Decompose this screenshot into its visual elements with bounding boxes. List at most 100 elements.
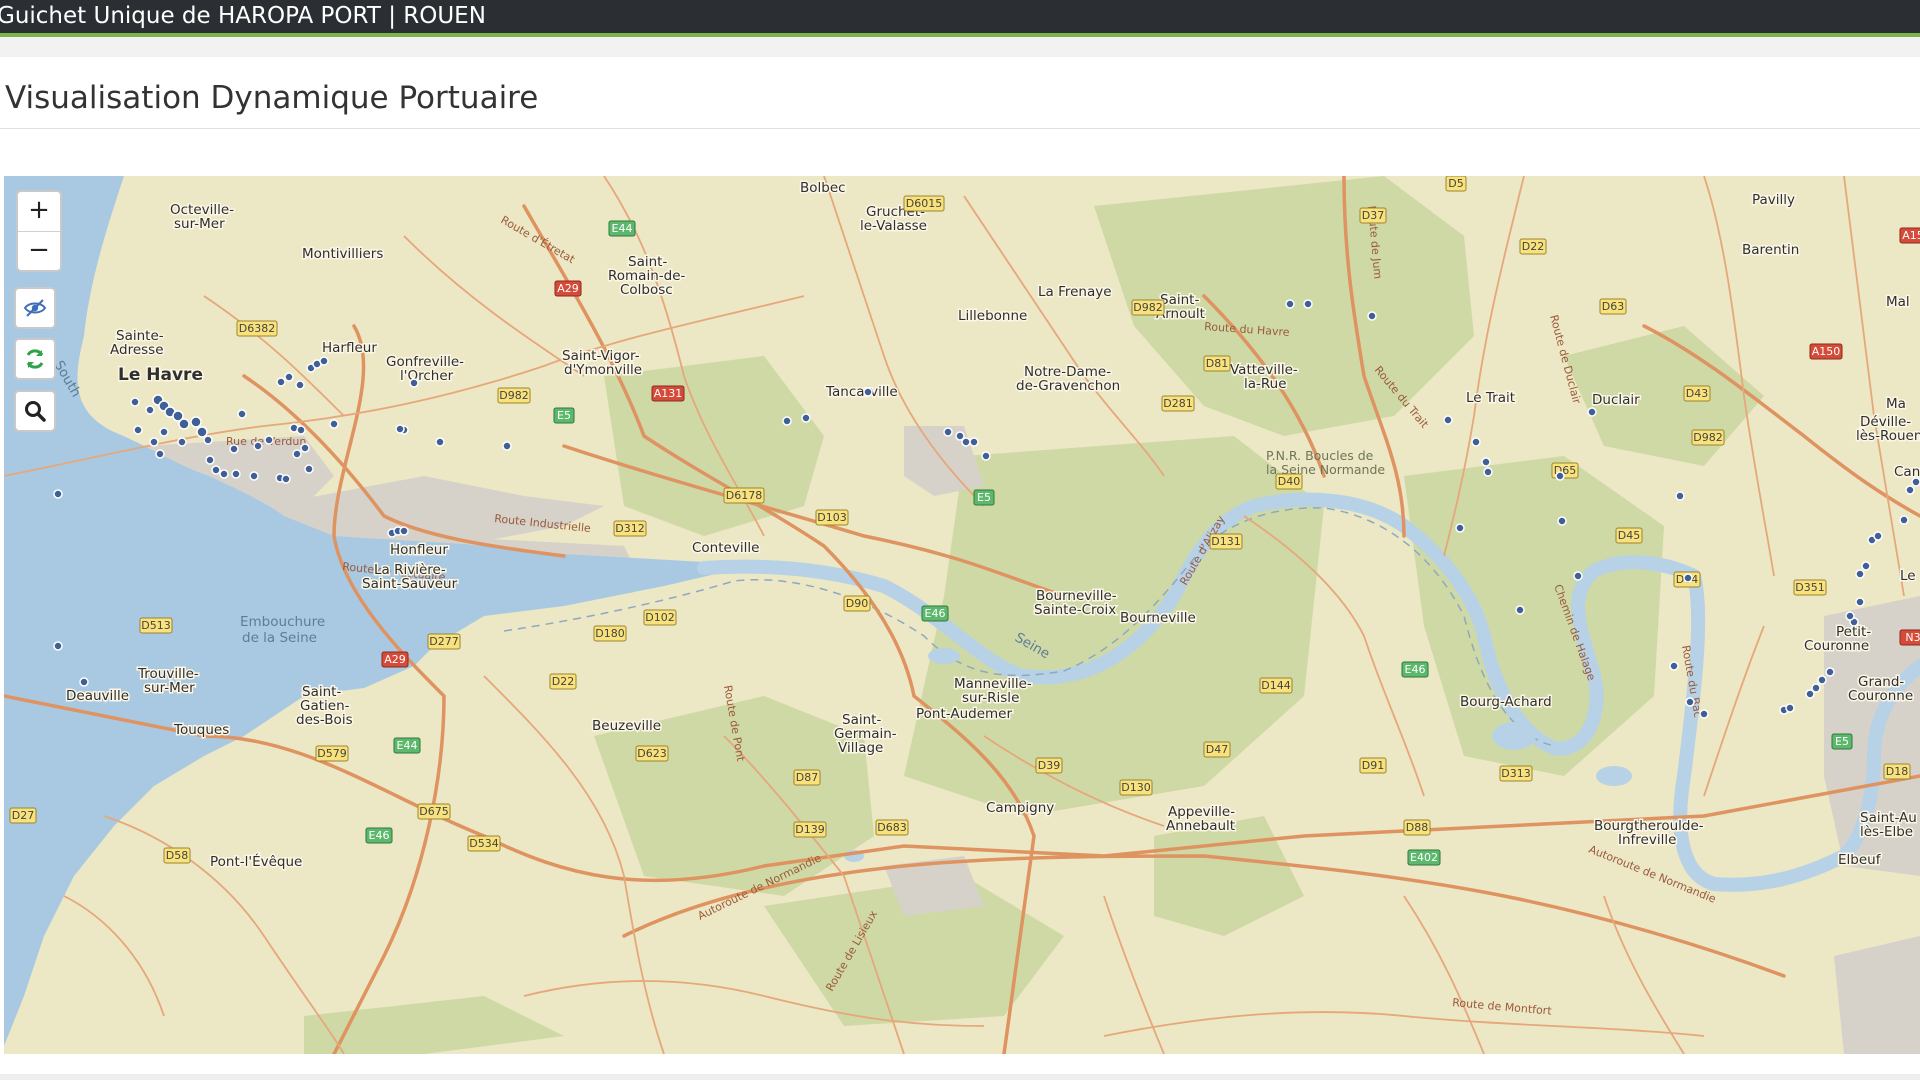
svg-text:D139: D139: [795, 823, 824, 836]
place-label: Bolbec: [800, 180, 846, 196]
vessel-marker[interactable]: [1911, 477, 1920, 487]
vessel-marker[interactable]: [284, 372, 294, 382]
search-button[interactable]: [14, 390, 56, 432]
basemap[interactable]: Route d'Étretat Rue de Verdun Route Indu…: [4, 176, 1920, 1054]
vessel-marker[interactable]: [237, 409, 247, 419]
vessel-marker[interactable]: [1899, 515, 1909, 525]
vessel-marker[interactable]: [211, 465, 221, 475]
vessel-marker[interactable]: [981, 451, 991, 461]
vessel-marker[interactable]: [961, 437, 971, 447]
vessel-marker[interactable]: [145, 405, 155, 415]
vessel-marker[interactable]: [1587, 407, 1597, 417]
vessel-marker[interactable]: [1699, 709, 1709, 719]
road-shield: D58: [163, 847, 191, 864]
vessel-marker[interactable]: [276, 377, 286, 387]
road-shield: D47: [1203, 741, 1231, 758]
vessel-marker[interactable]: [1785, 703, 1795, 713]
vessel-marker[interactable]: [1685, 697, 1695, 707]
vessel-marker[interactable]: [159, 427, 169, 437]
vessel-marker[interactable]: [264, 435, 274, 445]
svg-text:D982: D982: [499, 389, 528, 402]
vessel-marker[interactable]: [1873, 531, 1883, 541]
vessel-marker[interactable]: [1303, 299, 1313, 309]
vessel-marker[interactable]: [1573, 571, 1583, 581]
map-viewport[interactable]: Route d'Étretat Rue de Verdun Route Indu…: [4, 176, 1920, 1054]
vessel-marker[interactable]: [203, 435, 213, 445]
road-shield: D313: [1499, 765, 1533, 782]
vessel-marker[interactable]: [304, 464, 314, 474]
zoom-in-button[interactable]: +: [18, 192, 60, 231]
vessel-marker[interactable]: [292, 449, 302, 459]
vessel-marker[interactable]: [1557, 516, 1567, 526]
vessel-marker[interactable]: [1367, 311, 1377, 321]
vessel-marker[interactable]: [1515, 605, 1525, 615]
vessel-marker[interactable]: [1861, 561, 1871, 571]
vessel-marker[interactable]: [155, 449, 165, 459]
vessel-marker[interactable]: [395, 424, 405, 434]
vessel-marker[interactable]: [296, 425, 306, 435]
vessel-marker[interactable]: [319, 356, 329, 366]
vessel-marker[interactable]: [1455, 523, 1465, 533]
vessel-marker[interactable]: [190, 416, 202, 428]
vessel-marker[interactable]: [133, 425, 143, 435]
vessel-marker[interactable]: [79, 677, 89, 687]
vessel-marker[interactable]: [1555, 471, 1565, 481]
vessel-marker[interactable]: [1811, 683, 1821, 693]
svg-text:D180: D180: [595, 627, 624, 640]
vessel-marker[interactable]: [178, 418, 190, 430]
vessel-marker[interactable]: [943, 427, 953, 437]
footer-divider: [0, 1074, 1920, 1080]
vessel-marker[interactable]: [1825, 667, 1835, 677]
vessel-marker[interactable]: [177, 437, 187, 447]
vessel-marker[interactable]: [435, 437, 445, 447]
vessel-marker[interactable]: [1683, 573, 1693, 583]
vessel-marker[interactable]: [53, 489, 63, 499]
vessel-marker[interactable]: [1285, 299, 1295, 309]
vessel-marker[interactable]: [1855, 597, 1865, 607]
vessel-marker[interactable]: [1845, 611, 1855, 621]
vessel-marker[interactable]: [1471, 437, 1481, 447]
vessel-marker[interactable]: [205, 455, 215, 465]
top-bar: Guichet Unique de HAROPA PORT | ROUEN: [0, 0, 1920, 37]
vessel-marker[interactable]: [329, 419, 339, 429]
road-shield: D22: [549, 673, 577, 690]
road-shield: D513: [139, 617, 173, 634]
vessel-marker[interactable]: [1905, 485, 1915, 495]
vessel-marker[interactable]: [196, 426, 208, 438]
vessel-marker[interactable]: [1855, 569, 1865, 579]
vessel-marker[interactable]: [1675, 491, 1685, 501]
vessel-marker[interactable]: [149, 437, 159, 447]
vessel-marker[interactable]: [409, 378, 419, 388]
vessel-marker[interactable]: [1817, 675, 1827, 685]
vessel-marker[interactable]: [295, 380, 305, 390]
vessel-marker[interactable]: [253, 441, 263, 451]
refresh-button[interactable]: [14, 338, 56, 380]
vessel-marker[interactable]: [231, 469, 241, 479]
vessel-marker[interactable]: [801, 413, 811, 423]
vessel-marker[interactable]: [399, 526, 409, 536]
vessel-marker[interactable]: [53, 641, 63, 651]
place-label: Deauville: [66, 688, 129, 704]
vessel-marker[interactable]: [219, 469, 229, 479]
place-label: l'Orcher: [400, 368, 454, 384]
vessel-marker[interactable]: [1481, 457, 1491, 467]
zoom-out-button[interactable]: −: [18, 231, 60, 271]
vessel-marker[interactable]: [1443, 415, 1453, 425]
vessel-marker[interactable]: [281, 474, 291, 484]
visibility-toggle-button[interactable]: [14, 287, 56, 329]
vessel-marker[interactable]: [300, 443, 310, 453]
road-shield: D87: [793, 769, 821, 786]
vessel-marker[interactable]: [782, 416, 792, 426]
vessel-marker[interactable]: [502, 441, 512, 451]
vessel-marker[interactable]: [1483, 467, 1493, 477]
svg-text:D534: D534: [469, 837, 498, 850]
vessel-marker[interactable]: [969, 437, 979, 447]
vessel-marker[interactable]: [249, 471, 259, 481]
road-shield: A131: [651, 385, 685, 402]
vessel-marker[interactable]: [229, 444, 239, 454]
vessel-marker[interactable]: [130, 397, 140, 407]
vessel-marker[interactable]: [863, 387, 873, 397]
vessel-marker[interactable]: [1669, 661, 1679, 671]
road-shield: D18: [1883, 763, 1911, 780]
svg-text:D88: D88: [1406, 821, 1428, 834]
